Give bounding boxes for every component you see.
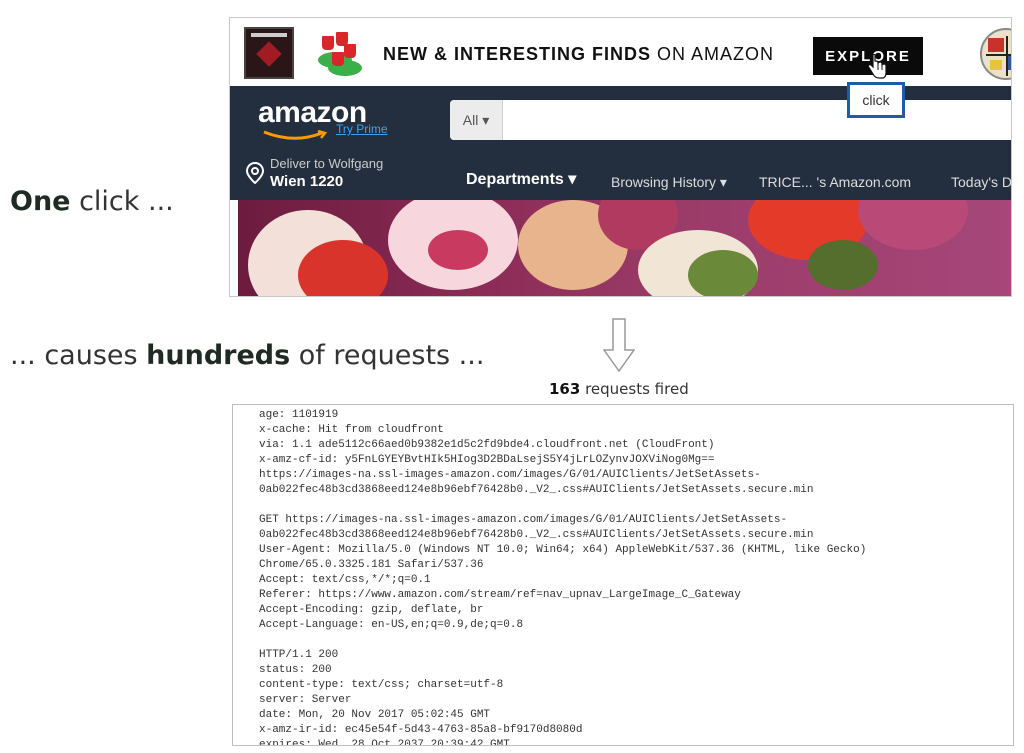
requests-fired-label: 163 requests fired [549, 380, 689, 398]
clock-product-image[interactable] [980, 28, 1011, 80]
caption-causes-requests: ... causes hundreds of requests ... [10, 340, 484, 371]
location-pin-icon [246, 162, 264, 184]
requests-count: 163 [549, 380, 581, 398]
http-request-log[interactable]: age: 1101919 x-cache: Hit from cloudfron… [232, 404, 1014, 746]
amazon-screenshot: NEW & INTERESTING FINDS ON AMAZON EXPLOR… [229, 17, 1012, 297]
cups-product-image[interactable] [314, 30, 364, 76]
click-tooltip: click [847, 82, 905, 118]
nav-todays-deals[interactable]: Today's D [951, 174, 1011, 190]
promo-banner: NEW & INTERESTING FINDS ON AMAZON EXPLOR… [230, 18, 1011, 86]
caption-one-rest: click ... [70, 186, 174, 217]
down-arrow-icon [603, 318, 635, 372]
caption-causes-rest: of requests ... [290, 340, 485, 371]
hero-flower-image[interactable] [238, 200, 1011, 296]
try-prime-link[interactable]: Try Prime [336, 122, 388, 136]
caption-one-click: One click ... [10, 186, 174, 217]
deliver-location: Wien 1220 [270, 173, 344, 190]
amazon-smile-icon [263, 130, 328, 140]
search-bar[interactable]: All ▾ [450, 100, 1011, 140]
banner-headline: NEW & INTERESTING FINDS ON AMAZON [383, 44, 774, 65]
nav-users-amazon[interactable]: TRICE... 's Amazon.com [759, 174, 911, 190]
caption-one-bold: One [10, 186, 71, 217]
deliver-to-label: Deliver to Wolfgang [270, 156, 384, 171]
caption-causes-bold: hundreds [146, 340, 291, 371]
caption-causes-pre: ... causes [10, 340, 147, 371]
search-category-dropdown[interactable]: All ▾ [450, 100, 503, 140]
banner-headline-rest: ON AMAZON [651, 44, 775, 64]
departments-menu[interactable]: Departments ▾ [466, 169, 576, 189]
pillow-product-image[interactable] [244, 27, 294, 79]
log-text: age: 1101919 x-cache: Hit from cloudfron… [259, 409, 867, 746]
nav-browsing-history[interactable]: Browsing History ▾ [611, 174, 727, 191]
hand-cursor-icon [867, 54, 887, 79]
banner-headline-bold: NEW & INTERESTING FINDS [383, 44, 652, 64]
requests-suffix: requests fired [580, 380, 689, 398]
